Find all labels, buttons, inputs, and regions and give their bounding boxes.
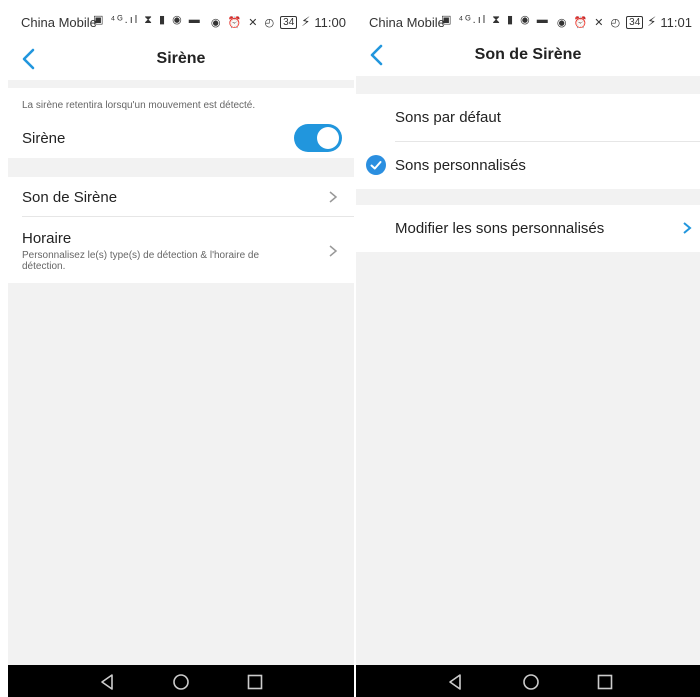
son-de-sirene-label: Son de Sirène bbox=[22, 189, 118, 206]
modify-custom-sounds-row[interactable]: Modifier les sons personnalisés bbox=[356, 205, 700, 252]
horaire-row[interactable]: Horaire Personnalisez le(s) type(s) de d… bbox=[8, 217, 354, 283]
chevron-right-icon bbox=[329, 191, 338, 203]
siren-sound-screen: China Mobile ▣ ⁴ᴳ.ıl ⧗ ▮ ◉ ▬ ◉ ⏰ ✕ ◴ 34 … bbox=[356, 0, 700, 697]
siren-toggle-card: La sirène retentira lorsqu'un mouvement … bbox=[8, 88, 354, 158]
recents-square-icon[interactable] bbox=[246, 673, 264, 691]
page-title: Sirène bbox=[156, 50, 206, 67]
home-circle-icon[interactable] bbox=[522, 673, 540, 691]
option-default-sounds[interactable]: Sons par défaut bbox=[356, 94, 700, 141]
option-label: Sons par défaut bbox=[395, 109, 501, 126]
home-circle-icon[interactable] bbox=[172, 673, 190, 691]
recents-square-icon[interactable] bbox=[596, 673, 614, 691]
system-nav-bar bbox=[356, 665, 700, 697]
back-triangle-icon[interactable] bbox=[446, 673, 464, 691]
horaire-description: Personnalisez le(s) type(s) de détection… bbox=[22, 250, 260, 272]
page-title: Son de Sirène bbox=[474, 46, 582, 63]
carrier-name: China Mobile bbox=[369, 15, 445, 30]
toggle-knob bbox=[317, 127, 339, 149]
siren-options-card: Son de Sirène Horaire Personnalisez le(s… bbox=[8, 177, 354, 283]
modify-sounds-card: Modifier les sons personnalisés bbox=[356, 205, 700, 252]
carrier-name: China Mobile bbox=[21, 15, 97, 30]
status-time: 11:00 bbox=[314, 14, 346, 30]
status-system-icons: ◉ ⏰ ✕ ◴ bbox=[210, 16, 277, 29]
battery-level: 34 bbox=[280, 15, 298, 29]
son-de-sirene-row[interactable]: Son de Sirène bbox=[8, 177, 354, 216]
charging-icon: ⚡ bbox=[301, 14, 311, 29]
modify-sounds-label: Modifier les sons personnalisés bbox=[395, 220, 605, 237]
back-triangle-icon[interactable] bbox=[98, 673, 116, 691]
chevron-right-icon bbox=[683, 222, 692, 234]
siren-toggle[interactable] bbox=[294, 124, 342, 152]
checkmark-icon bbox=[366, 155, 386, 175]
status-indicator-icons: ▣ ⁴ᴳ.ıl ⧗ ▮ ◉ ▬ bbox=[93, 14, 202, 26]
siren-note: La sirène retentira lorsqu'un mouvement … bbox=[22, 100, 256, 111]
charging-icon: ⚡ bbox=[647, 14, 657, 29]
system-nav-bar bbox=[8, 665, 354, 697]
horaire-label: Horaire bbox=[22, 230, 72, 247]
status-indicator-icons: ▣ ⁴ᴳ.ıl ⧗ ▮ ◉ ▬ bbox=[441, 14, 550, 26]
status-system-icons: ◉ ⏰ ✕ ◴ bbox=[556, 16, 623, 29]
chevron-right-icon bbox=[329, 245, 338, 257]
siren-label: Sirène bbox=[22, 130, 66, 147]
battery-level: 34 bbox=[626, 15, 644, 29]
status-bar: China Mobile ▣ ⁴ᴳ.ıl ⧗ ▮ ◉ ▬ ◉ ⏰ ✕ ◴ 34 … bbox=[8, 0, 354, 40]
status-time: 11:01 bbox=[660, 14, 692, 30]
option-label: Sons personnalisés bbox=[395, 157, 526, 174]
nav-bar: Sirène bbox=[8, 40, 354, 80]
sound-options-card: Sons par défaut Sons personnalisés bbox=[356, 94, 700, 189]
siren-settings-screen: China Mobile ▣ ⁴ᴳ.ıl ⧗ ▮ ◉ ▬ ◉ ⏰ ✕ ◴ 34 … bbox=[8, 0, 354, 697]
option-custom-sounds[interactable]: Sons personnalisés bbox=[356, 142, 700, 189]
nav-bar: Son de Sirène bbox=[356, 36, 700, 76]
status-bar: China Mobile ▣ ⁴ᴳ.ıl ⧗ ▮ ◉ ▬ ◉ ⏰ ✕ ◴ 34 … bbox=[356, 0, 700, 40]
